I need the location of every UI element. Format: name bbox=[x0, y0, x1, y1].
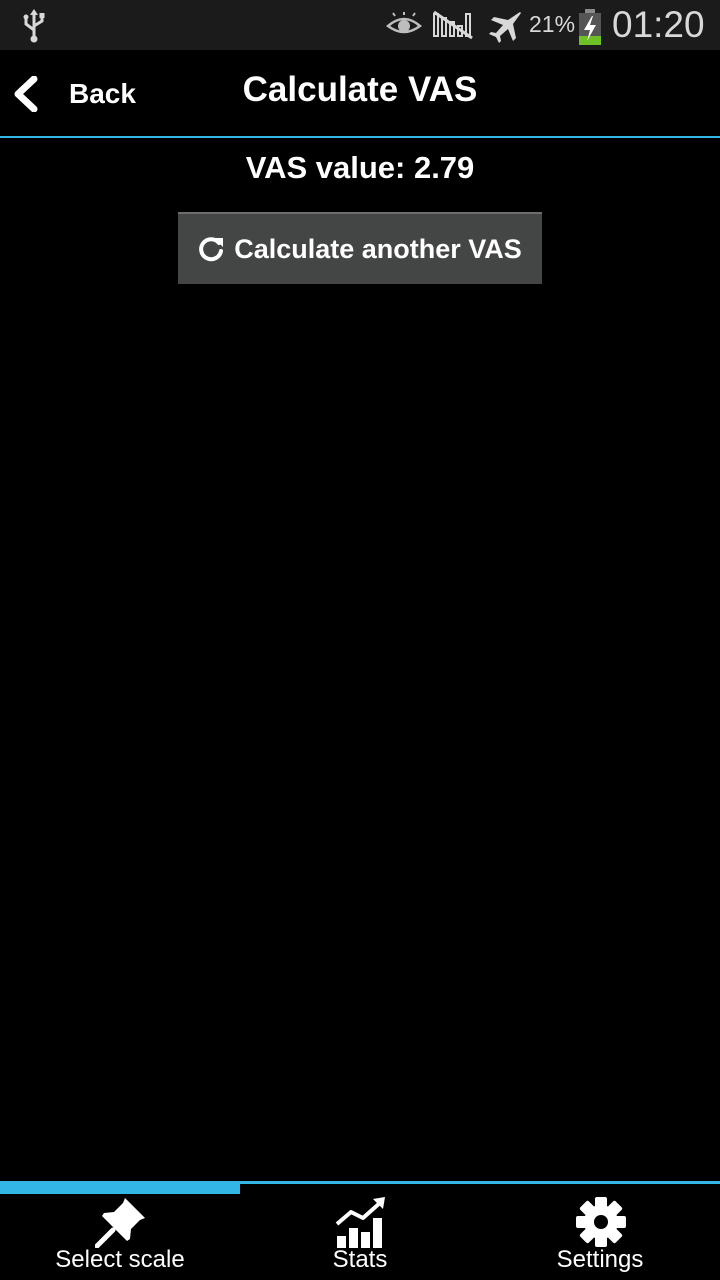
battery-charging-icon bbox=[579, 9, 601, 45]
gear-icon bbox=[576, 1197, 626, 1247]
vas-value-text: VAS value: 2.79 bbox=[245, 150, 475, 185]
status-bar: 21% 01:20 bbox=[0, 0, 720, 50]
clock: 01:20 bbox=[612, 4, 705, 45]
battery-percent: 21% bbox=[529, 11, 576, 37]
tab-stats[interactable]: Stats bbox=[240, 1194, 480, 1280]
eye-icon bbox=[386, 12, 422, 34]
refresh-icon bbox=[199, 237, 224, 262]
tab-select-scale[interactable]: Select scale bbox=[0, 1194, 240, 1280]
chevron-left-icon bbox=[14, 76, 38, 112]
back-button[interactable]: Back bbox=[0, 50, 200, 136]
calculate-another-vas-button[interactable]: Calculate another VAS bbox=[178, 212, 542, 284]
tab-settings-label: Settings bbox=[556, 1246, 644, 1273]
back-label: Back bbox=[69, 78, 136, 109]
pushpin-icon bbox=[95, 1198, 145, 1248]
screen: 21% 01:20 Back Calculate VAS VAS value: … bbox=[0, 0, 720, 1280]
no-signal-icon bbox=[433, 10, 473, 40]
tab-selected-indicator bbox=[0, 1181, 240, 1194]
tab-select-scale-label: Select scale bbox=[55, 1246, 185, 1273]
bar-chart-icon bbox=[335, 1197, 385, 1248]
calculate-another-vas-label: Calculate another VAS bbox=[234, 233, 522, 264]
airplane-icon bbox=[489, 12, 521, 43]
action-bar: Back Calculate VAS bbox=[0, 50, 720, 138]
tab-stats-label: Stats bbox=[332, 1246, 388, 1273]
usb-icon bbox=[23, 9, 45, 43]
tab-settings[interactable]: Settings bbox=[480, 1194, 720, 1280]
